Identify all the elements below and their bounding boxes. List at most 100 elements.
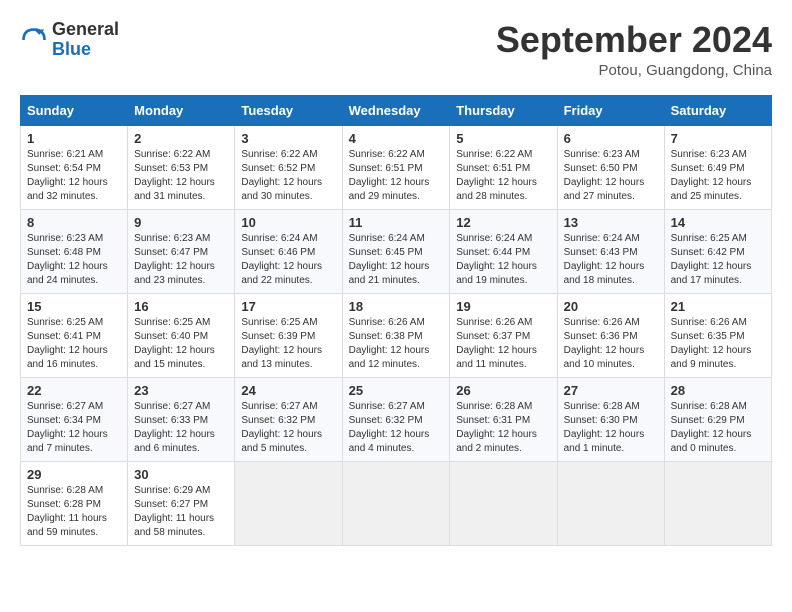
calendar-cell: 13 Sunrise: 6:24 AMSunset: 6:43 PMDayligh… <box>557 209 664 293</box>
calendar-table: SundayMondayTuesdayWednesdayThursdayFrid… <box>20 95 772 546</box>
day-number: 11 <box>349 215 444 230</box>
day-number: 24 <box>241 383 335 398</box>
calendar-header-row: SundayMondayTuesdayWednesdayThursdayFrid… <box>21 95 772 125</box>
calendar-cell: 15Sunrise: 6:25 AMSunset: 6:41 PMDayligh… <box>21 293 128 377</box>
day-number: 10 <box>241 215 335 230</box>
logo-blue-text: Blue <box>52 39 91 59</box>
day-info: Sunrise: 6:26 AMSunset: 6:37 PMDaylight:… <box>456 316 550 372</box>
day-info: Sunrise: 6:29 AMSunset: 6:27 PMDaylight:… <box>134 484 228 540</box>
day-info: Sunrise: 6:24 AMSunset: 6:43 PMDaylight:… <box>564 232 658 288</box>
day-number: 2 <box>134 131 228 146</box>
calendar-cell: 27 Sunrise: 6:28 AMSunset: 6:30 PMDayligh… <box>557 377 664 461</box>
calendar-cell: 12 Sunrise: 6:24 AMSunset: 6:44 PMDayligh… <box>450 209 557 293</box>
calendar-week-row: 15Sunrise: 6:25 AMSunset: 6:41 PMDayligh… <box>21 293 772 377</box>
day-info: Sunrise: 6:24 AMSunset: 6:45 PMDaylight:… <box>349 232 444 288</box>
logo-icon <box>20 26 48 54</box>
day-info: Sunrise: 6:22 AMSunset: 6:52 PMDaylight:… <box>241 148 335 204</box>
calendar-cell: 11 Sunrise: 6:24 AMSunset: 6:45 PMDayligh… <box>342 209 450 293</box>
day-of-week-header: Saturday <box>664 95 771 125</box>
calendar-cell <box>450 461 557 545</box>
day-number: 14 <box>671 215 765 230</box>
day-number: 6 <box>564 131 658 146</box>
calendar-cell: 14Sunrise: 6:25 AMSunset: 6:42 PMDayligh… <box>664 209 771 293</box>
day-info: Sunrise: 6:21 AMSunset: 6:54 PMDaylight:… <box>27 148 121 204</box>
day-number: 23 <box>134 383 228 398</box>
logo-general-text: General <box>52 19 119 39</box>
calendar-week-row: 29 Sunrise: 6:28 AMSunset: 6:28 PMDayligh… <box>21 461 772 545</box>
day-info: Sunrise: 6:24 AMSunset: 6:46 PMDaylight:… <box>241 232 335 288</box>
calendar-cell: 10 Sunrise: 6:24 AMSunset: 6:46 PMDayligh… <box>235 209 342 293</box>
calendar-cell: 21Sunrise: 6:26 AMSunset: 6:35 PMDayligh… <box>664 293 771 377</box>
calendar-cell: 7 Sunrise: 6:23 AMSunset: 6:49 PMDaylight… <box>664 125 771 209</box>
day-of-week-header: Tuesday <box>235 95 342 125</box>
day-number: 18 <box>349 299 444 314</box>
day-info: Sunrise: 6:25 AMSunset: 6:40 PMDaylight:… <box>134 316 228 372</box>
day-info: Sunrise: 6:28 AMSunset: 6:31 PMDaylight:… <box>456 400 550 456</box>
calendar-cell: 5 Sunrise: 6:22 AMSunset: 6:51 PMDaylight… <box>450 125 557 209</box>
day-of-week-header: Friday <box>557 95 664 125</box>
day-number: 12 <box>456 215 550 230</box>
day-info: Sunrise: 6:25 AMSunset: 6:39 PMDaylight:… <box>241 316 335 372</box>
day-number: 13 <box>564 215 658 230</box>
day-number: 25 <box>349 383 444 398</box>
location: Potou, Guangdong, China <box>496 62 772 79</box>
calendar-cell <box>342 461 450 545</box>
day-number: 30 <box>134 467 228 482</box>
calendar-cell: 9 Sunrise: 6:23 AMSunset: 6:47 PMDaylight… <box>128 209 235 293</box>
day-info: Sunrise: 6:22 AMSunset: 6:51 PMDaylight:… <box>456 148 550 204</box>
day-number: 1 <box>27 131 121 146</box>
calendar-cell <box>557 461 664 545</box>
day-info: Sunrise: 6:23 AMSunset: 6:50 PMDaylight:… <box>564 148 658 204</box>
day-number: 7 <box>671 131 765 146</box>
day-info: Sunrise: 6:26 AMSunset: 6:36 PMDaylight:… <box>564 316 658 372</box>
title-block: September 2024 Potou, Guangdong, China <box>496 20 772 79</box>
calendar-cell: 23 Sunrise: 6:27 AMSunset: 6:33 PMDayligh… <box>128 377 235 461</box>
calendar-cell: 17Sunrise: 6:25 AMSunset: 6:39 PMDayligh… <box>235 293 342 377</box>
calendar-cell: 20 Sunrise: 6:26 AMSunset: 6:36 PMDayligh… <box>557 293 664 377</box>
calendar-cell: 24Sunrise: 6:27 AMSunset: 6:32 PMDayligh… <box>235 377 342 461</box>
calendar-week-row: 22 Sunrise: 6:27 AMSunset: 6:34 PMDayligh… <box>21 377 772 461</box>
day-info: Sunrise: 6:28 AMSunset: 6:28 PMDaylight:… <box>27 484 121 540</box>
day-info: Sunrise: 6:27 AMSunset: 6:32 PMDaylight:… <box>349 400 444 456</box>
calendar-cell: 30 Sunrise: 6:29 AMSunset: 6:27 PMDayligh… <box>128 461 235 545</box>
day-number: 9 <box>134 215 228 230</box>
calendar-cell: 6 Sunrise: 6:23 AMSunset: 6:50 PMDaylight… <box>557 125 664 209</box>
day-number: 22 <box>27 383 121 398</box>
calendar-cell: 22 Sunrise: 6:27 AMSunset: 6:34 PMDayligh… <box>21 377 128 461</box>
calendar-cell: 29 Sunrise: 6:28 AMSunset: 6:28 PMDayligh… <box>21 461 128 545</box>
day-info: Sunrise: 6:25 AMSunset: 6:41 PMDaylight:… <box>27 316 121 372</box>
day-info: Sunrise: 6:27 AMSunset: 6:34 PMDaylight:… <box>27 400 121 456</box>
day-of-week-header: Monday <box>128 95 235 125</box>
day-number: 29 <box>27 467 121 482</box>
calendar-cell: 3Sunrise: 6:22 AMSunset: 6:52 PMDaylight… <box>235 125 342 209</box>
day-info: Sunrise: 6:22 AMSunset: 6:53 PMDaylight:… <box>134 148 228 204</box>
day-info: Sunrise: 6:28 AMSunset: 6:29 PMDaylight:… <box>671 400 765 456</box>
calendar-cell: 26 Sunrise: 6:28 AMSunset: 6:31 PMDayligh… <box>450 377 557 461</box>
calendar-week-row: 1 Sunrise: 6:21 AMSunset: 6:54 PMDaylight… <box>21 125 772 209</box>
logo: General Blue <box>20 20 119 60</box>
day-number: 26 <box>456 383 550 398</box>
day-info: Sunrise: 6:22 AMSunset: 6:51 PMDaylight:… <box>349 148 444 204</box>
day-number: 19 <box>456 299 550 314</box>
day-info: Sunrise: 6:28 AMSunset: 6:30 PMDaylight:… <box>564 400 658 456</box>
day-number: 8 <box>27 215 121 230</box>
day-number: 28 <box>671 383 765 398</box>
day-number: 20 <box>564 299 658 314</box>
calendar-cell <box>664 461 771 545</box>
day-number: 5 <box>456 131 550 146</box>
day-number: 4 <box>349 131 444 146</box>
day-info: Sunrise: 6:23 AMSunset: 6:49 PMDaylight:… <box>671 148 765 204</box>
day-info: Sunrise: 6:23 AMSunset: 6:48 PMDaylight:… <box>27 232 121 288</box>
day-info: Sunrise: 6:23 AMSunset: 6:47 PMDaylight:… <box>134 232 228 288</box>
calendar-cell: 2 Sunrise: 6:22 AMSunset: 6:53 PMDaylight… <box>128 125 235 209</box>
calendar-cell: 1 Sunrise: 6:21 AMSunset: 6:54 PMDaylight… <box>21 125 128 209</box>
day-number: 27 <box>564 383 658 398</box>
day-info: Sunrise: 6:27 AMSunset: 6:33 PMDaylight:… <box>134 400 228 456</box>
day-info: Sunrise: 6:24 AMSunset: 6:44 PMDaylight:… <box>456 232 550 288</box>
calendar-cell: 19 Sunrise: 6:26 AMSunset: 6:37 PMDayligh… <box>450 293 557 377</box>
day-info: Sunrise: 6:26 AMSunset: 6:38 PMDaylight:… <box>349 316 444 372</box>
month-title: September 2024 <box>496 20 772 60</box>
page-header: General Blue September 2024 Potou, Guang… <box>20 20 772 79</box>
day-of-week-header: Thursday <box>450 95 557 125</box>
calendar-cell: 4 Sunrise: 6:22 AMSunset: 6:51 PMDaylight… <box>342 125 450 209</box>
